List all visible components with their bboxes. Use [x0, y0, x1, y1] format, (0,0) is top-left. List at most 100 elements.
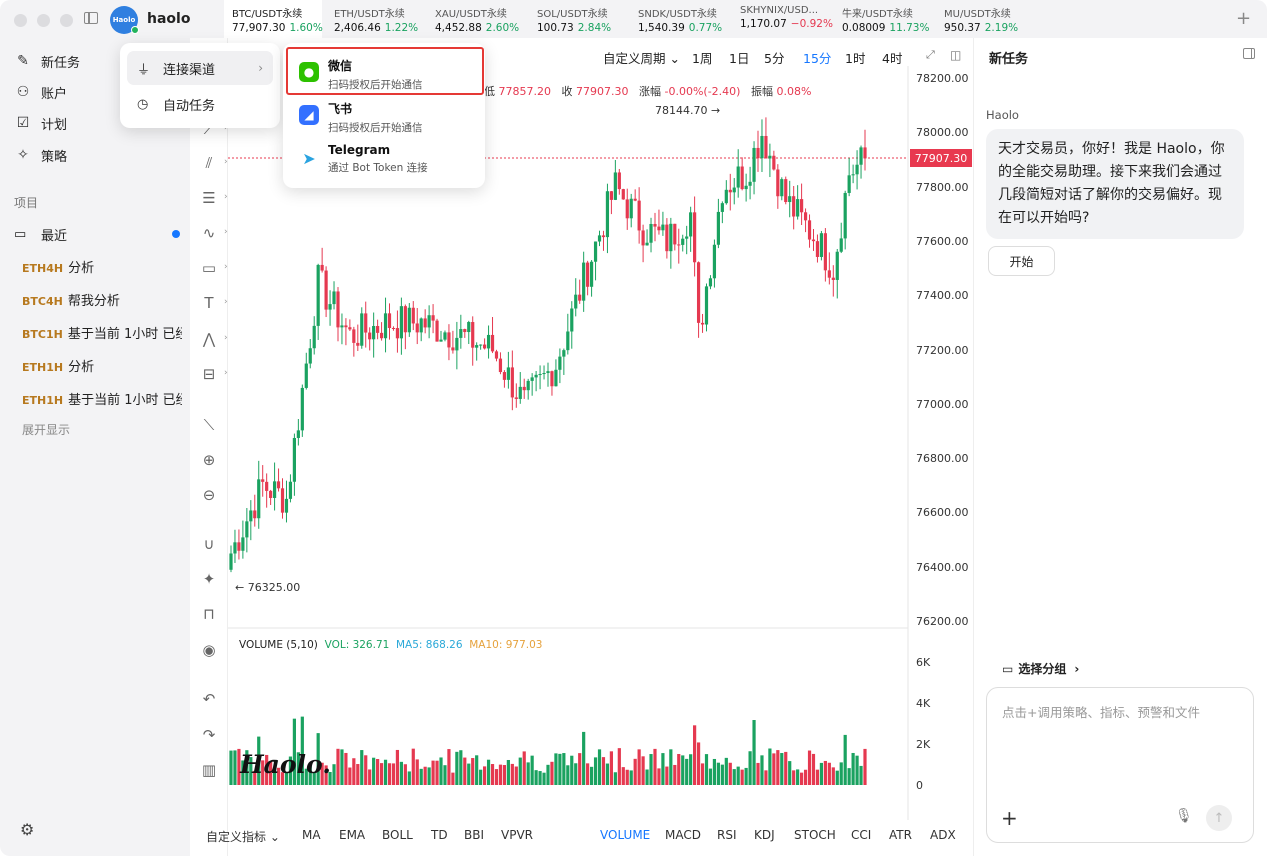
- fib-levels-icon[interactable]: ☰ ›: [198, 187, 227, 209]
- message-composer[interactable]: 点击+调用策略、指标、预警和文件 + 🎙 ↑: [986, 687, 1254, 843]
- app-name[interactable]: haolo: [147, 11, 190, 27]
- project-item[interactable]: BTC1H 基于当前 1小时 已经: [22, 323, 182, 342]
- redo-icon[interactable]: ↷: [198, 724, 220, 746]
- composer-placeholder[interactable]: 点击+调用策略、指标、预警和文件: [1002, 702, 1200, 721]
- pin-icon[interactable]: ✦: [198, 568, 220, 590]
- select-group-button[interactable]: ▭ 选择分组 ›: [1002, 660, 1079, 677]
- volume-bar: [360, 750, 364, 785]
- candle-body: [292, 437, 296, 482]
- project-item[interactable]: ETH4H 分析: [22, 257, 182, 276]
- text-icon[interactable]: T ›: [198, 292, 227, 314]
- period-custom[interactable]: 自定义周期 ⌄: [603, 48, 680, 67]
- send-icon[interactable]: ↑: [1206, 805, 1232, 831]
- microphone-icon[interactable]: 🎙: [1175, 808, 1193, 824]
- candle-body: [502, 372, 507, 380]
- candle-body: [570, 308, 574, 332]
- nav-label: 账户: [41, 86, 68, 102]
- project-item[interactable]: ETH1H 分析: [22, 356, 182, 375]
- pattern-icon[interactable]: ⋀ ›: [198, 328, 228, 350]
- sidebar-toggle-icon[interactable]: [84, 12, 98, 24]
- collapse-panel-icon[interactable]: [1243, 48, 1255, 59]
- recent-folder[interactable]: ▭ 最近: [14, 225, 184, 244]
- ticker-tab[interactable]: MU/USDT永续 950.37 2.19%: [936, 0, 1036, 38]
- candle-body: [368, 332, 372, 340]
- period-1d[interactable]: 1日: [729, 48, 749, 67]
- zoom-in-icon[interactable]: ⊕: [198, 449, 220, 471]
- ticker-tab[interactable]: SOL/USDT永续 100.73 2.84%: [529, 0, 629, 38]
- settings-gear-icon[interactable]: ⚙: [20, 820, 34, 839]
- candle-body: [645, 242, 649, 246]
- candle-body: [720, 203, 724, 212]
- candle-body: [558, 356, 562, 370]
- indicator-boll[interactable]: BOLL: [382, 828, 413, 842]
- project-item[interactable]: BTC4H 帮我分析: [22, 290, 182, 309]
- candle-body: [494, 351, 499, 359]
- indicator-macd[interactable]: MACD: [665, 828, 701, 842]
- nav-strategy[interactable]: ✧ 策略: [14, 144, 67, 166]
- candle-body: [269, 490, 273, 498]
- eye-icon[interactable]: ◉: [198, 639, 220, 661]
- close-window-button[interactable]: [14, 14, 27, 27]
- indicator-adx[interactable]: ADX: [930, 828, 956, 842]
- panel-toggle-icon[interactable]: ◫: [950, 48, 961, 62]
- project-item[interactable]: ETH1H 基于当前 1小时 已经: [22, 389, 182, 408]
- fullscreen-icon[interactable]: ⤢: [926, 48, 935, 62]
- candle-body: [859, 147, 863, 165]
- period-5m[interactable]: 5分: [764, 48, 784, 67]
- ticker-change: 2.19%: [984, 22, 1019, 34]
- candle-body: [534, 374, 538, 378]
- indicator-ma[interactable]: MA: [302, 828, 321, 842]
- channel-telegram[interactable]: ➤ Telegram 通过 Bot Token 连接: [299, 143, 428, 175]
- zoom-out-icon[interactable]: ⊖: [198, 484, 220, 506]
- lock-icon[interactable]: ⊓: [198, 603, 220, 625]
- nav-new-task[interactable]: ✎ 新任务: [14, 50, 80, 72]
- add-ticker-icon[interactable]: +: [1236, 8, 1251, 29]
- indicator-atr[interactable]: ATR: [889, 828, 912, 842]
- period-4h[interactable]: 4时: [882, 48, 902, 67]
- nav-plan[interactable]: ☑ 计划: [14, 112, 67, 134]
- trash-icon[interactable]: ▥: [198, 759, 220, 781]
- indicator-ema[interactable]: EMA: [339, 828, 365, 842]
- indicator-rsi[interactable]: RSI: [717, 828, 737, 842]
- candle-body: [772, 155, 776, 170]
- indicator-kdj[interactable]: KDJ: [754, 828, 775, 842]
- avatar[interactable]: Haolo: [110, 6, 139, 34]
- volume-bar: [589, 766, 594, 785]
- maximize-window-button[interactable]: [60, 14, 73, 27]
- indicator-cci[interactable]: CCI: [851, 828, 871, 842]
- indicator-custom[interactable]: 自定义指标 ⌄: [206, 828, 280, 845]
- indicator-vpvr[interactable]: VPVR: [501, 828, 533, 842]
- volume-title: VOLUME (5,10): [239, 639, 318, 651]
- candle-body: [498, 358, 503, 373]
- ticker-tab[interactable]: XAU/USDT永续 4,452.88 2.60%: [427, 0, 527, 38]
- expand-link[interactable]: 展开显示: [22, 421, 70, 438]
- minimize-window-button[interactable]: [37, 14, 50, 27]
- measure-box-icon[interactable]: ⊟ ›: [198, 363, 228, 385]
- ticker-tab[interactable]: SNDK/USDT永续 1,540.39 0.77%: [630, 0, 730, 38]
- menu-auto-task[interactable]: ◷ 自动任务: [127, 87, 273, 121]
- ruler-icon[interactable]: ⟍: [198, 414, 220, 436]
- period-1h[interactable]: 1时: [845, 48, 865, 67]
- add-attachment-icon[interactable]: +: [1001, 806, 1018, 830]
- ticker-tab[interactable]: BTC/USDT永续 77,907.30 1.60%: [224, 0, 323, 38]
- nav-account[interactable]: ⚇ 账户: [14, 81, 67, 103]
- curve-icon[interactable]: ∿ ›: [198, 222, 228, 244]
- indicator-stoch[interactable]: STOCH: [794, 828, 836, 842]
- rectangle-icon[interactable]: ▭ ›: [198, 257, 228, 279]
- undo-icon[interactable]: ↶: [198, 688, 220, 710]
- channel-feishu[interactable]: ◢ 飞书 扫码授权后开始通信: [299, 100, 423, 135]
- magnet-icon[interactable]: ∪: [198, 533, 220, 555]
- indicator-td[interactable]: TD: [431, 828, 448, 842]
- period-15m[interactable]: 15分: [803, 48, 831, 67]
- period-1w[interactable]: 1周: [692, 48, 712, 67]
- ticker-tab[interactable]: SKHYNIX/USD... 1,170.07 −0.92%: [732, 0, 833, 38]
- parallel-lines-icon[interactable]: ⫽ ›: [198, 152, 228, 174]
- start-button[interactable]: 开始: [988, 246, 1055, 276]
- volume-bar: [740, 769, 744, 785]
- menu-connect-channel[interactable]: ⏚ 连接渠道 ›: [127, 51, 273, 85]
- ticker-tab[interactable]: ETH/USDT永续 2,406.46 1.22%: [326, 0, 426, 38]
- indicator-volume[interactable]: VOLUME: [600, 828, 650, 842]
- indicator-bbi[interactable]: BBI: [464, 828, 484, 842]
- volume-bar: [811, 753, 816, 785]
- ticker-tab[interactable]: 牛来/USDT永续 0.08009 11.73%: [834, 0, 934, 38]
